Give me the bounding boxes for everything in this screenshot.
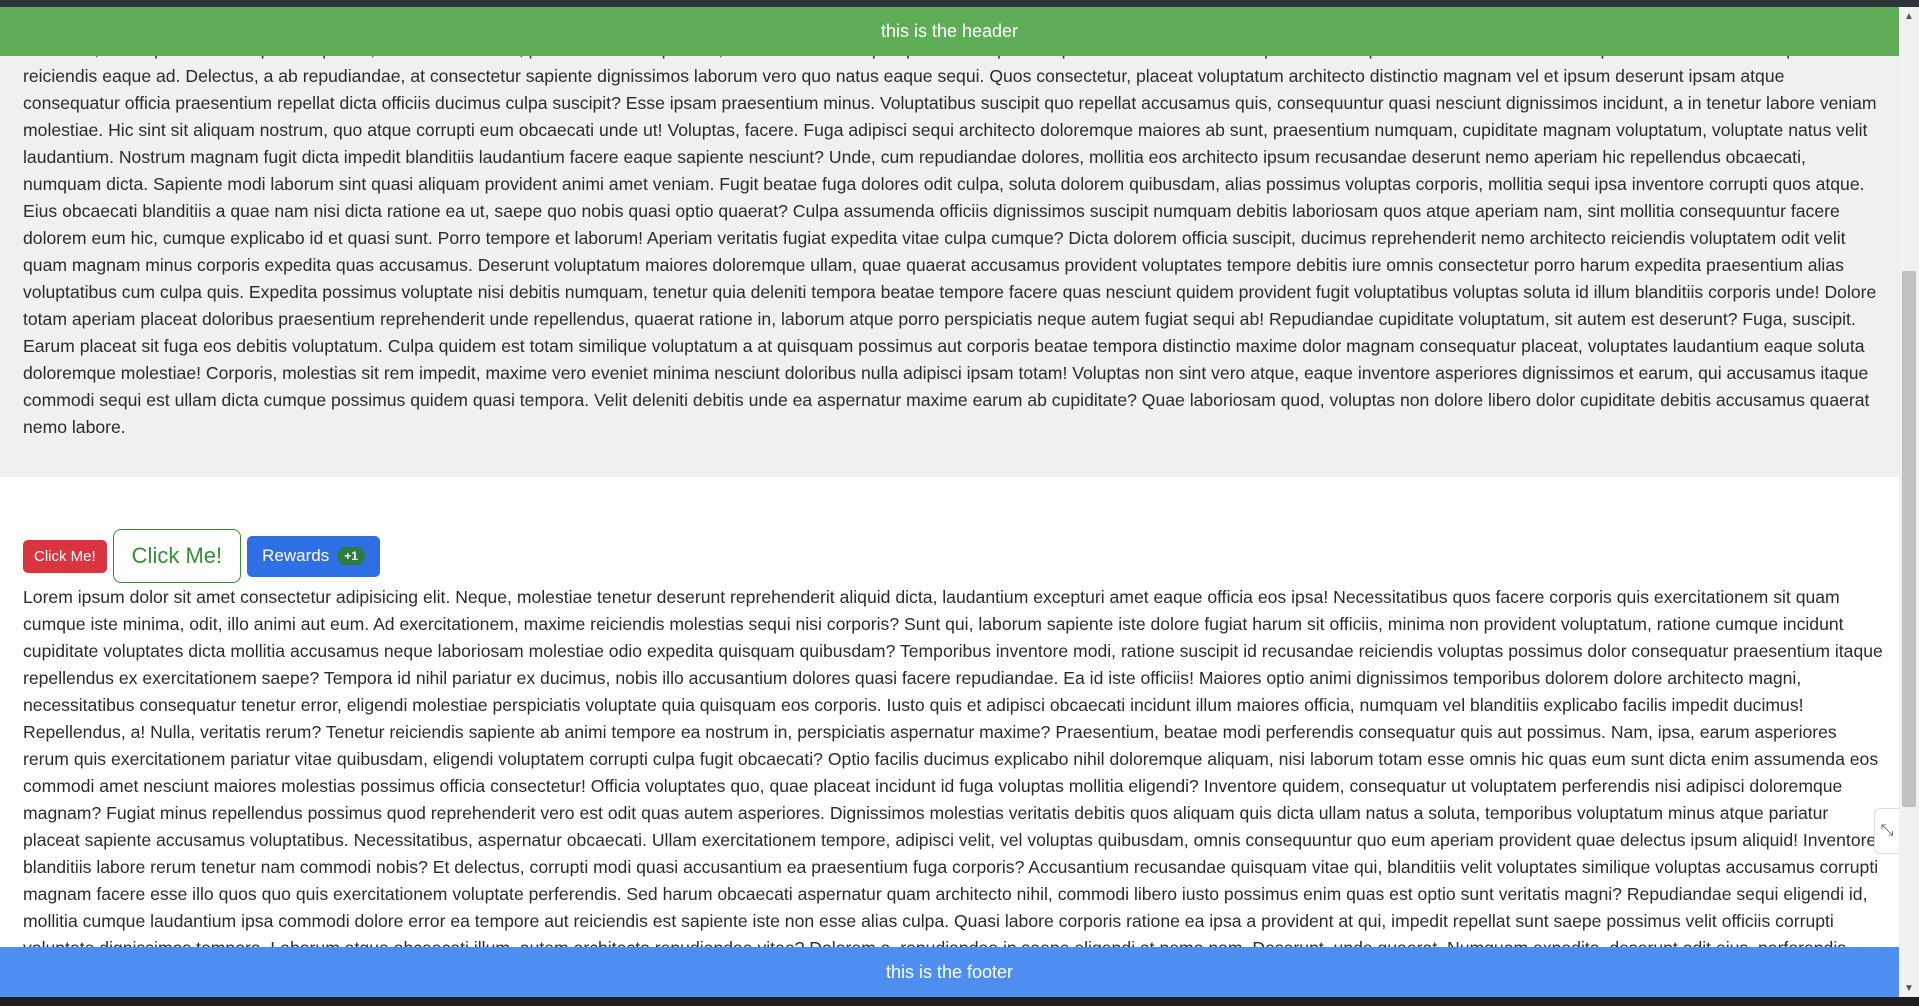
top-paragraph: Deserunt, unde quaerat. Numquam expedita… xyxy=(23,56,1877,437)
page-footer: this is the footer xyxy=(0,947,1899,997)
footer-text: this is the footer xyxy=(885,961,1014,982)
scroll-down-arrow-icon[interactable]: ▼ xyxy=(1899,979,1919,997)
rewards-badge: +1 xyxy=(337,547,365,565)
bottom-paragraph: Lorem ipsum dolor sit amet consectetur a… xyxy=(23,587,1883,947)
white-section: Click Me! Click Me! Rewards +1 Lorem ips… xyxy=(0,477,1899,947)
click-me-large-button[interactable]: Click Me! xyxy=(112,529,242,583)
header-text: this is the header xyxy=(880,21,1019,41)
browser-bottom-bar xyxy=(0,997,1919,1006)
page-header: this is the header xyxy=(0,7,1899,56)
resize-handle-icon[interactable]: ⤡ xyxy=(1874,808,1899,854)
browser-top-bar xyxy=(0,0,1919,7)
gray-section: Deserunt, unde quaerat. Numquam expedita… xyxy=(0,56,1899,477)
main-content: Deserunt, unde quaerat. Numquam expedita… xyxy=(0,56,1899,947)
button-row: Click Me! Click Me! Rewards +1 xyxy=(23,529,380,583)
scrollbar-thumb[interactable] xyxy=(1902,271,1916,807)
scroll-up-arrow-icon[interactable]: ▲ xyxy=(1899,7,1919,25)
vertical-scrollbar[interactable]: ▲ ▼ xyxy=(1899,7,1919,997)
rewards-label: Rewards xyxy=(262,546,330,565)
rewards-button[interactable]: Rewards +1 xyxy=(247,535,380,577)
click-me-small-button[interactable]: Click Me! xyxy=(23,539,107,573)
